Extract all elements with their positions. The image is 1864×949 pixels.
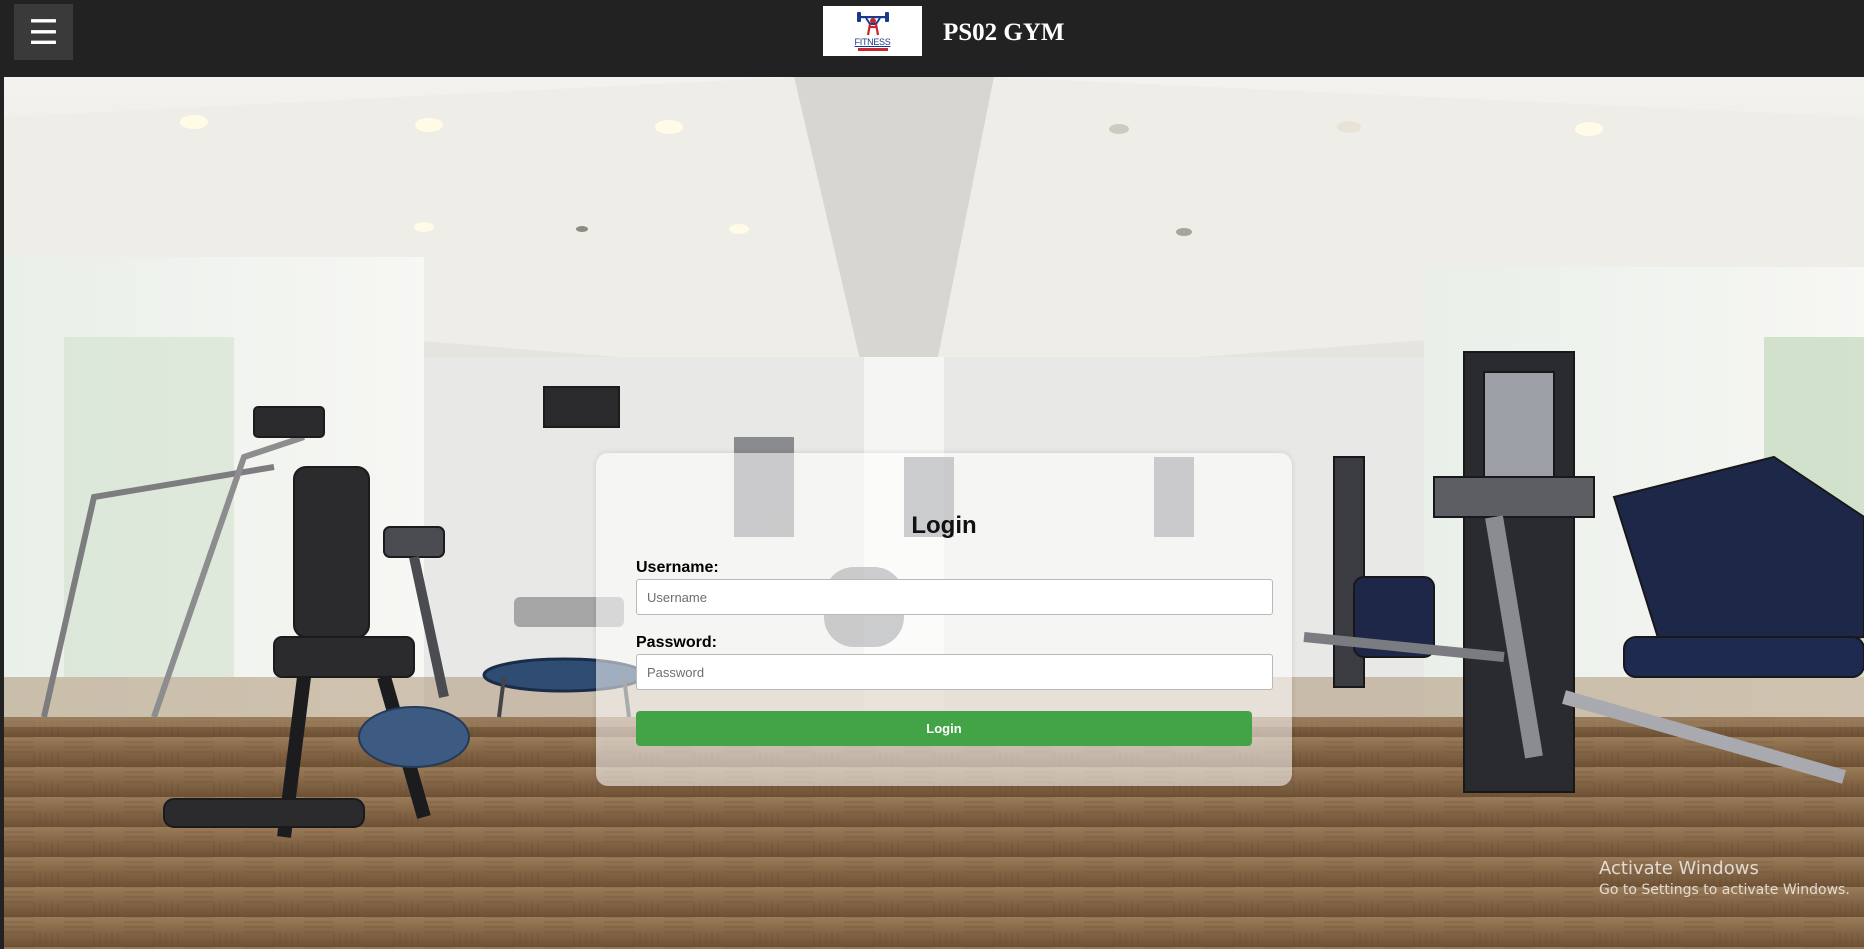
gym-logo[interactable]: FITNESS (823, 6, 922, 56)
password-input[interactable] (636, 654, 1273, 690)
login-title: Login (911, 512, 977, 539)
login-button[interactable]: Login (636, 711, 1252, 746)
password-label: Password: (636, 634, 717, 651)
username-input[interactable] (636, 579, 1273, 615)
login-card: Login Username: Password: Login (596, 453, 1292, 786)
username-label: Username: (636, 559, 719, 576)
logo-underline (857, 48, 888, 51)
gym-background-image: Login Username: Password: Login Activate… (4, 77, 1864, 949)
top-navbar: ☰ FITNESS PS02 GYM (0, 0, 1864, 77)
site-title: PS02 GYM (943, 19, 1065, 46)
activate-windows-watermark: Activate Windows Go to Settings to activ… (1599, 858, 1850, 900)
logo-text: FITNESS (854, 37, 891, 47)
watermark-title: Activate Windows (1599, 858, 1759, 879)
hamburger-menu-button[interactable]: ☰ (14, 4, 73, 60)
weightlifter-icon (856, 12, 889, 36)
watermark-subtitle: Go to Settings to activate Windows. (1599, 882, 1850, 898)
